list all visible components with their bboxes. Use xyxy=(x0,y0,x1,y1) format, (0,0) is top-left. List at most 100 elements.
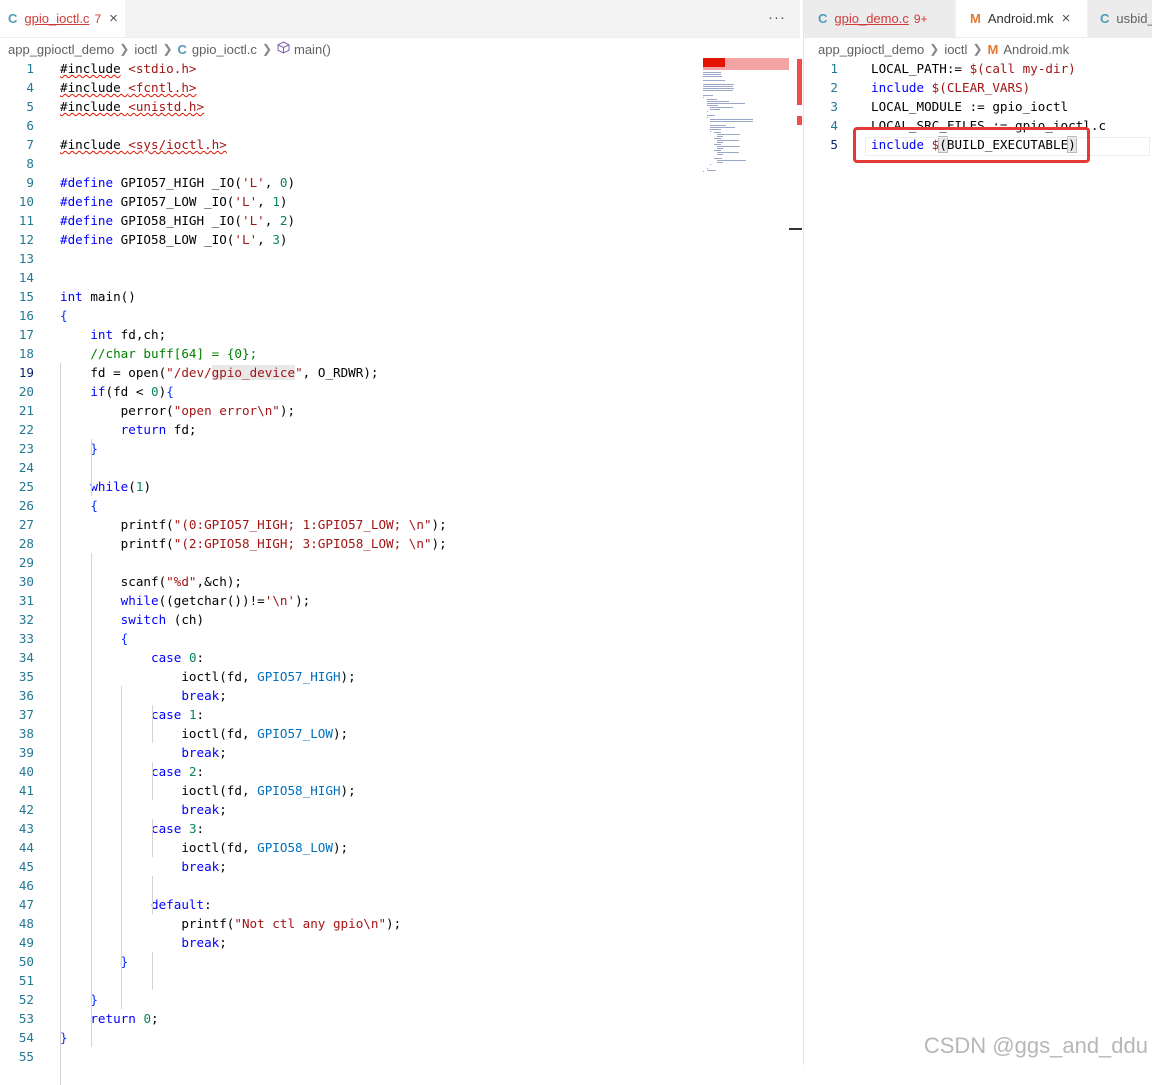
code-line[interactable]: 10 #define GPIO57_LOW _IO('L', 1) xyxy=(0,192,800,211)
breadcrumb-file[interactable]: Android.mk xyxy=(1003,42,1069,57)
code-line[interactable]: 1 LOCAL_PATH:= $(call my-dir) xyxy=(804,59,1152,78)
tab-label: gpio_ioctl.c xyxy=(24,11,90,26)
code-text: #include <stdio.h> xyxy=(60,61,197,76)
minimap-line xyxy=(706,99,717,101)
code-line[interactable]: 47 default: xyxy=(0,895,800,914)
code-line[interactable]: 14 xyxy=(0,268,800,287)
code-line[interactable]: 1 #include <stdio.h> xyxy=(0,59,800,78)
code-line[interactable]: 52 } xyxy=(0,990,800,1009)
minimap-line xyxy=(703,171,704,173)
chevron-right-icon: ❯ xyxy=(972,42,983,56)
breadcrumb-file[interactable]: gpio_ioctl.c xyxy=(192,42,257,57)
code-line[interactable]: 22 return fd; xyxy=(0,420,800,439)
more-actions-button[interactable]: ··· xyxy=(768,9,786,26)
breadcrumb-folder[interactable]: ioctl xyxy=(944,42,967,57)
code-line[interactable]: 12 #define GPIO58_LOW _IO('L', 3) xyxy=(0,230,800,249)
minimap-line xyxy=(706,103,745,105)
code-line[interactable]: 48 printf("Not ctl any gpio\n"); xyxy=(0,914,800,933)
breadcrumb-folder[interactable]: app_gpioctl_demo xyxy=(818,42,924,57)
code-line[interactable]: 23 } xyxy=(0,439,800,458)
code-line[interactable]: 31 while((getchar())!='\n'); xyxy=(0,591,800,610)
code-line[interactable]: 24 xyxy=(0,458,800,477)
indent-guide xyxy=(90,553,92,1047)
code-editor[interactable]: 1 #include <stdio.h> 4 #include <fcntl.h> 5 #… xyxy=(0,59,800,1085)
line-number: 40 xyxy=(18,764,34,779)
code-line[interactable]: 26 { xyxy=(0,496,800,515)
code-line[interactable]: 49 break; xyxy=(0,933,800,952)
breadcrumb: app_gpioctl_demo ❯ ioctl ❯ C gpio_ioctl.… xyxy=(8,38,800,60)
line-number: 31 xyxy=(18,593,34,608)
c-file-icon: C xyxy=(8,11,18,26)
code-line[interactable]: 19 fd = open("/dev/gpio_device", O_RDWR)… xyxy=(0,363,800,382)
code-line[interactable]: 51 xyxy=(0,971,800,990)
code-line[interactable]: 38 ioctl(fd, GPIO57_LOW); xyxy=(0,724,800,743)
minimap-line xyxy=(703,89,733,91)
code-line[interactable]: 43 case 3: xyxy=(0,819,800,838)
code-line[interactable]: 6 xyxy=(0,116,800,135)
code-line[interactable]: 20 if(fd < 0){ xyxy=(0,382,800,401)
code-line[interactable]: 40 case 2: xyxy=(0,762,800,781)
code-line[interactable]: 45 break; xyxy=(0,857,800,876)
line-number: 47 xyxy=(18,897,34,912)
code-line[interactable]: 18 //char buff[64] = {0}; xyxy=(0,344,800,363)
tab-gpio-demo-c[interactable]: C gpio_demo.c 9+ xyxy=(804,0,956,37)
code-line[interactable]: 8 xyxy=(0,154,800,173)
code-line[interactable]: 50 } xyxy=(0,952,800,971)
code-line[interactable]: 11 #define GPIO58_HIGH _IO('L', 2) xyxy=(0,211,800,230)
code-line[interactable]: 5 #include <unistd.h> xyxy=(0,97,800,116)
code-line[interactable]: 44 ioctl(fd, GPIO58_LOW); xyxy=(0,838,800,857)
code-line[interactable]: 9 #define GPIO57_HIGH _IO('L', 0) xyxy=(0,173,800,192)
breadcrumb-folder[interactable]: ioctl xyxy=(134,42,157,57)
code-line[interactable]: 30 scanf("%d",&ch); xyxy=(0,572,800,591)
code-line[interactable]: 4 #include <fcntl.h> xyxy=(0,78,800,97)
chevron-right-icon: ❯ xyxy=(929,42,940,56)
code-line[interactable]: 35 ioctl(fd, GPIO57_HIGH); xyxy=(0,667,800,686)
tab-usbid[interactable]: C usbid_ xyxy=(1088,0,1152,37)
code-line[interactable]: 53 return 0; xyxy=(0,1009,800,1028)
line-number: 26 xyxy=(18,498,34,513)
code-line[interactable]: 37 case 1: xyxy=(0,705,800,724)
tab-android-mk[interactable]: M Android.mk × xyxy=(956,0,1088,37)
code-line[interactable]: 29 xyxy=(0,553,800,572)
line-number: 19 xyxy=(18,365,34,380)
indent-guide xyxy=(151,952,153,990)
code-line[interactable]: 32 switch (ch) xyxy=(0,610,800,629)
code-line[interactable]: 34 case 0: xyxy=(0,648,800,667)
code-line[interactable]: 42 break; xyxy=(0,800,800,819)
code-line[interactable]: 3 LOCAL_MODULE := gpio_ioctl xyxy=(804,97,1152,116)
code-text: switch (ch) xyxy=(120,612,205,627)
code-line[interactable]: 17 int fd,ch; xyxy=(0,325,800,344)
code-line[interactable]: 39 break; xyxy=(0,743,800,762)
code-line[interactable]: 21 perror("open error\n"); xyxy=(0,401,800,420)
problem-count-badge: 7 xyxy=(94,11,102,26)
code-line[interactable]: 33 { xyxy=(0,629,800,648)
code-text: break; xyxy=(181,802,227,817)
breadcrumb-symbol[interactable]: main() xyxy=(294,42,331,57)
tab-gpio-ioctl-c[interactable]: C gpio_ioctl.c 7 × xyxy=(0,0,126,37)
minimap-line xyxy=(717,151,740,153)
code-line[interactable]: 7 #include <sys/ioctl.h> xyxy=(0,135,800,154)
code-line[interactable]: 41 ioctl(fd, GPIO58_HIGH); xyxy=(0,781,800,800)
code-line[interactable]: 13 xyxy=(0,249,800,268)
code-line[interactable]: 25 while(1) xyxy=(0,477,800,496)
code-text: case 2: xyxy=(151,764,205,779)
code-line[interactable]: 54} xyxy=(0,1028,800,1047)
line-number: 44 xyxy=(18,840,34,855)
code-line[interactable]: 16 { xyxy=(0,306,800,325)
close-icon[interactable]: × xyxy=(1062,10,1071,27)
code-line[interactable]: 36 break; xyxy=(0,686,800,705)
close-icon[interactable]: × xyxy=(109,10,118,27)
code-line[interactable]: 27 printf("(0:GPIO57_HIGH; 1:GPIO57_LOW;… xyxy=(0,515,800,534)
code-line[interactable]: 55 xyxy=(0,1047,800,1066)
indent-guide xyxy=(151,876,153,914)
code-line[interactable]: 15 int main() xyxy=(0,287,800,306)
minimap[interactable] xyxy=(703,58,789,178)
line-number: 39 xyxy=(18,745,34,760)
breadcrumb-folder[interactable]: app_gpioctl_demo xyxy=(8,42,114,57)
minimap-line xyxy=(717,161,724,163)
code-text: include $(CLEAR_VARS) xyxy=(871,80,1031,95)
line-number: 54 xyxy=(18,1030,34,1045)
code-line[interactable]: 46 xyxy=(0,876,800,895)
code-line[interactable]: 2 include $(CLEAR_VARS) xyxy=(804,78,1152,97)
code-line[interactable]: 28 printf("(2:GPIO58_HIGH; 3:GPIO58_LOW;… xyxy=(0,534,800,553)
